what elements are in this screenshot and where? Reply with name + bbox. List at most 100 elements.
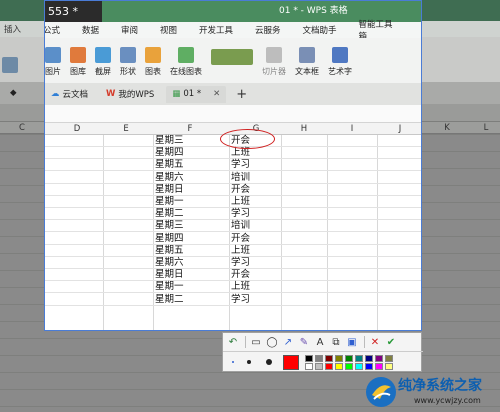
color-swatch[interactable] [365,363,373,370]
color-swatch[interactable] [335,355,343,362]
column-header-i[interactable]: I [327,123,377,135]
column-header-e[interactable]: E [105,123,147,135]
pen-size-medium[interactable] [247,360,251,364]
screenshot-selection[interactable]: 553 * 481 01 * - WPS 表格 公式 数据 审阅 视图 开发工具… [44,0,422,331]
confirm-icon[interactable]: ✔ [384,335,398,349]
color-swatch[interactable] [305,363,313,370]
cell-weekday[interactable]: 星期二 [155,294,184,306]
color-swatch[interactable] [315,363,323,370]
cell-weekday[interactable]: 星期六 [155,257,184,269]
color-swatch[interactable] [375,363,383,370]
ribbon-wordart-button[interactable]: 艺术字 [328,47,352,77]
menu-data[interactable]: 数据 [82,24,99,36]
ribbon-picture-button[interactable]: 图片 [45,47,61,77]
table-row[interactable]: 星期五 学习 [45,159,421,172]
cell-task[interactable]: 开会 [231,269,250,281]
menu-doc-assistant[interactable]: 文档助手 [303,24,337,36]
text-icon[interactable]: A [313,335,327,349]
color-swatch[interactable] [355,363,363,370]
color-swatch[interactable] [385,355,393,362]
column-header-l[interactable]: L [472,122,500,134]
close-tab-icon[interactable]: ✕ [213,89,220,99]
red-ellipse-annotation[interactable] [220,129,275,149]
cell-weekday[interactable]: 星期三 [155,220,184,232]
cell-weekday[interactable]: 星期六 [155,172,184,184]
cell-weekday[interactable]: 星期一 [155,281,184,293]
ribbon-sparkline-group[interactable] [211,49,253,77]
cell-task[interactable]: 学习 [231,257,250,269]
color-swatch[interactable] [375,355,383,362]
color-swatch[interactable] [345,363,353,370]
cell-task[interactable]: 上班 [231,245,250,257]
column-header-h[interactable]: H [281,123,327,135]
table-row[interactable]: 星期日 开会 [45,269,421,282]
cell-task[interactable]: 学习 [231,159,250,171]
cell-weekday[interactable]: 星期五 [155,159,184,171]
color-swatch[interactable] [345,355,353,362]
menu-developer[interactable]: 开发工具 [199,24,233,36]
ribbon-screenshot-button[interactable]: 截屏 [95,47,111,77]
column-header-d[interactable]: D [57,123,97,135]
pen-size-small[interactable] [232,361,234,363]
ribbon-online-chart-button[interactable]: 在线图表 [170,47,202,77]
table-row[interactable]: 星期二 学习 [45,208,421,221]
save-icon[interactable]: ▣ [345,335,359,349]
color-swatch[interactable] [335,363,343,370]
column-header-j[interactable]: J [377,123,421,135]
menu-cloud[interactable]: 云服务 [255,24,281,36]
cell-weekday[interactable]: 星期四 [155,147,184,159]
current-color-swatch[interactable] [283,355,299,370]
tab-my-wps[interactable]: W 我的WPS [100,86,160,103]
table-row[interactable]: 星期四 上班 [45,147,421,160]
cell-weekday[interactable]: 星期一 [155,196,184,208]
rectangle-icon[interactable]: ▭ [249,335,263,349]
ribbon-slicer-button[interactable]: 切片器 [262,47,286,77]
tab-document[interactable]: ▦ 01 * ✕ [166,85,227,103]
cell-task[interactable]: 开会 [231,184,250,196]
table-row[interactable]: 星期五 上班 [45,245,421,257]
ellipse-icon[interactable]: ◯ [265,335,279,349]
table-row[interactable]: 星期六 培训 [45,172,421,184]
undo-icon[interactable]: ↶ [226,335,240,349]
column-header-k[interactable]: K [422,122,472,134]
cell-task[interactable]: 学习 [231,208,250,220]
color-swatch[interactable] [315,355,323,362]
color-swatch[interactable] [305,355,313,362]
cell-weekday[interactable]: 星期四 [155,233,184,245]
table-row[interactable]: 星期四 开会 [45,233,421,245]
cell-task[interactable]: 开会 [231,233,250,245]
color-swatch[interactable] [325,363,333,370]
ribbon-gallery-button[interactable]: 图库 [70,47,86,77]
ribbon-shapes-button[interactable]: 形状 [120,47,136,77]
table-row[interactable]: 星期一 上班 [45,281,421,294]
formula-bar[interactable]: fx [45,105,421,123]
column-header-c[interactable]: C [0,122,44,134]
menu-review[interactable]: 审阅 [121,24,138,36]
column-header-f[interactable]: F [155,123,225,135]
table-row[interactable]: 星期一 上班 [45,196,421,208]
menu-view[interactable]: 视图 [160,24,177,36]
brush-icon[interactable]: ✎ [297,335,311,349]
cell-weekday[interactable]: 星期三 [155,135,184,147]
table-row[interactable]: 星期三 培训 [45,220,421,233]
ribbon-textbox-button[interactable]: 文本框 [295,47,319,77]
arrow-icon[interactable]: ↗ [281,335,295,349]
table-row[interactable]: 星期二 学习 [45,294,421,306]
cancel-icon[interactable]: ✕ [368,335,382,349]
cell-task[interactable]: 上班 [231,281,250,293]
cell-task[interactable]: 上班 [231,196,250,208]
menu-formula[interactable]: 公式 [45,24,60,36]
cell-weekday[interactable]: 星期二 [155,208,184,220]
color-swatch[interactable] [365,355,373,362]
cell-weekday[interactable]: 星期日 [155,184,184,196]
cell-task[interactable]: 培训 [231,172,250,184]
tab-cloud-docs[interactable]: ☁ 云文档 [45,86,94,103]
cell-weekday[interactable]: 星期日 [155,269,184,281]
pen-size-large[interactable] [266,359,272,365]
table-row[interactable]: 星期日 开会 [45,184,421,196]
copy-icon[interactable]: ⧉ [329,335,343,349]
color-swatch[interactable] [325,355,333,362]
color-swatch[interactable] [385,363,393,370]
table-row[interactable]: 星期六 学习 [45,257,421,269]
color-swatch[interactable] [355,355,363,362]
